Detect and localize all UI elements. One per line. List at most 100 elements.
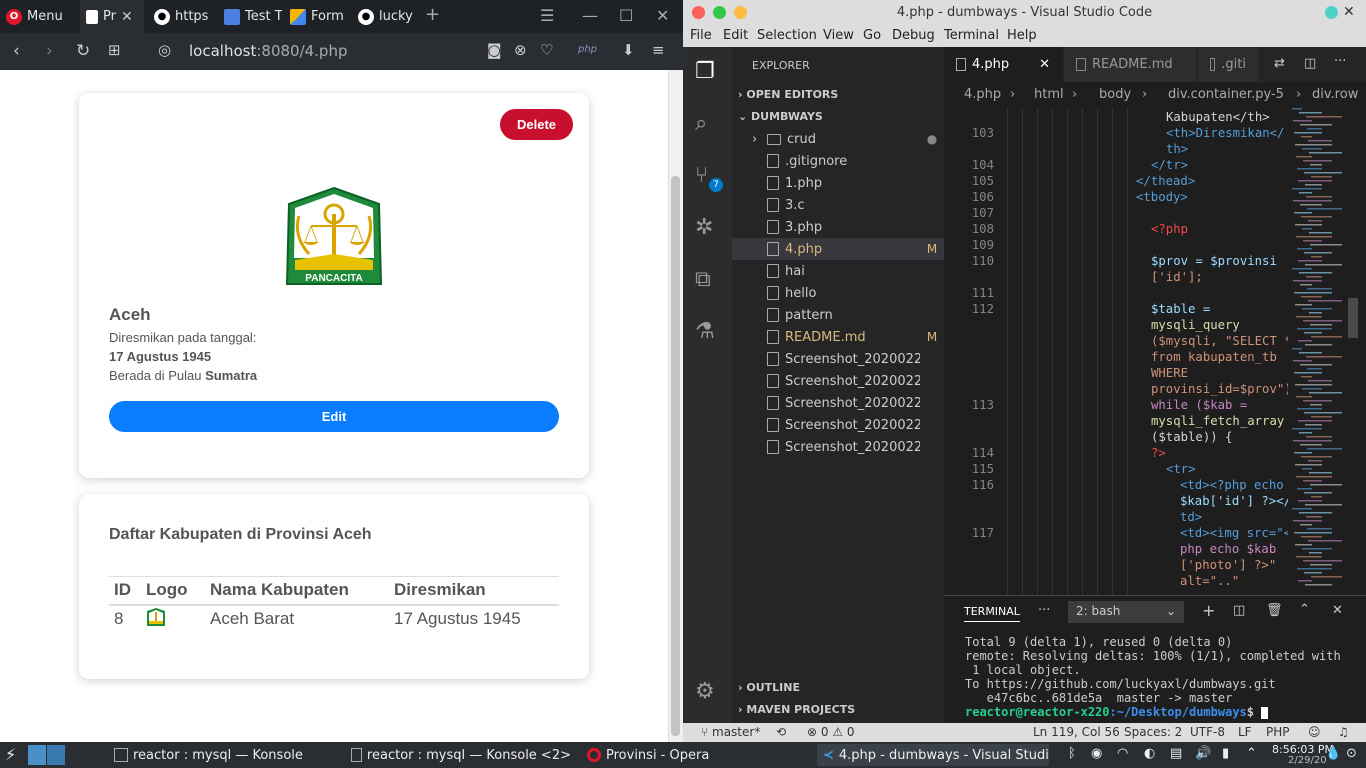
volume-icon[interactable]: 🔊 [1195, 746, 1211, 761]
tab-form[interactable]: Form [284, 0, 350, 33]
file-item[interactable]: README.md M [732, 326, 944, 348]
task-opera[interactable]: Provinsi - Opera [581, 744, 813, 766]
folder-item[interactable]: › crud ● [732, 128, 944, 150]
close-panel-icon[interactable]: ✕ [1332, 603, 1343, 618]
task-konsole-1[interactable]: reactor : mysql — Konsole [108, 744, 336, 766]
notifications-icon[interactable]: ◐ [1144, 746, 1155, 761]
heart-icon[interactable]: ♡ [540, 41, 553, 59]
tab-github[interactable]: ● https [148, 0, 216, 33]
file-item[interactable]: 1.php [732, 172, 944, 194]
project-section[interactable]: ⌄ DUMBWAYS [738, 110, 823, 123]
outline-section[interactable]: › OUTLINE [738, 681, 800, 694]
edit-button[interactable]: Edit [109, 401, 559, 432]
file-item[interactable]: hello [732, 282, 944, 304]
app-launcher-icon[interactable]: ⚡ [5, 745, 16, 764]
keep-above-icon[interactable] [1325, 6, 1338, 19]
desktop-2-icon[interactable] [47, 745, 65, 765]
download-icon[interactable]: ⬇ [622, 41, 635, 59]
more-actions-icon[interactable]: ··· [1334, 54, 1346, 69]
clipboard-icon[interactable]: ▤ [1170, 746, 1182, 761]
task-konsole-2[interactable]: reactor : mysql — Konsole <2> [345, 744, 577, 766]
sync-icon[interactable]: ⟲ [776, 725, 786, 739]
close-window-icon[interactable] [692, 6, 705, 19]
menu-debug[interactable]: Debug [892, 28, 935, 43]
menu-terminal[interactable]: Terminal [944, 28, 999, 43]
maximize-icon[interactable]: ☐ [619, 6, 633, 25]
editor-tab-readme[interactable]: README.md [1064, 47, 1196, 82]
opera-menu-button[interactable]: O Menu [0, 0, 77, 33]
compare-icon[interactable]: ⇄ [1274, 56, 1285, 71]
breadcrumb-item[interactable]: 4.php [964, 87, 1001, 102]
encoding-status[interactable]: UTF-8 [1190, 725, 1225, 739]
close-icon[interactable]: ✕ [1343, 0, 1355, 25]
search-icon[interactable]: ⌕ [695, 111, 707, 136]
extensions-icon[interactable]: ⧉ [695, 267, 711, 292]
settings-icon[interactable]: ≡ [652, 41, 665, 59]
breadcrumb-item[interactable]: div.row [1312, 87, 1358, 102]
tab-test[interactable]: Test T [218, 0, 282, 33]
cursor-position[interactable]: Ln 119, Col 56 [1033, 725, 1120, 739]
tab-provinsi[interactable]: Pr ✕ [80, 0, 144, 33]
block-icon[interactable]: ⊗ [514, 41, 527, 59]
bluetooth-icon[interactable]: ᛒ [1068, 746, 1076, 761]
camera-icon[interactable]: ◙ [487, 41, 502, 59]
eol-status[interactable]: LF [1238, 725, 1252, 739]
indentation-status[interactable]: Spaces: 2 [1124, 725, 1182, 739]
drop-icon[interactable]: 💧 [1325, 746, 1341, 761]
breadcrumb-item[interactable]: div.container.py-5 [1168, 87, 1284, 102]
feedback-icon[interactable]: ☺ [1308, 725, 1321, 739]
close-tab-icon[interactable]: ✕ [121, 9, 133, 25]
back-icon[interactable]: ‹ [13, 41, 20, 61]
wifi-icon[interactable]: ◠ [1117, 746, 1128, 761]
file-item[interactable]: pattern [732, 304, 944, 326]
language-status[interactable]: PHP [1266, 725, 1290, 739]
php-extension-icon[interactable]: php [578, 44, 597, 55]
new-terminal-icon[interactable]: + [1202, 601, 1215, 620]
file-item[interactable]: hai [732, 260, 944, 282]
menu-view[interactable]: View [823, 28, 854, 43]
maven-section[interactable]: › MAVEN PROJECTS [738, 703, 855, 716]
trash-icon[interactable]: 🗑 [1266, 603, 1283, 618]
maximize-window-icon[interactable] [713, 6, 726, 19]
file-item[interactable]: Screenshot_20200229_... [732, 348, 944, 370]
editor-tab-4php[interactable]: 4.php ✕ [944, 47, 1062, 82]
menu-help[interactable]: Help [1007, 28, 1037, 43]
terminal-prompt[interactable]: reactor@reactor-x220:~/Desktop/dumbways$ [965, 705, 1269, 719]
close-window-icon[interactable]: ✕ [656, 6, 669, 25]
file-item[interactable]: 3.php [732, 216, 944, 238]
split-editor-icon[interactable]: ◫ [1304, 56, 1316, 71]
minimize-window-icon[interactable] [734, 6, 747, 19]
problems-status[interactable]: ⊗ 0 ⚠ 0 [807, 725, 855, 739]
file-item[interactable]: .gitignore [732, 150, 944, 172]
clock-date[interactable]: 2/29/20 [1288, 755, 1327, 766]
split-terminal-icon[interactable]: ◫ [1233, 603, 1245, 618]
editor-tab-gitignore[interactable]: .giti [1198, 47, 1258, 82]
source-control-icon[interactable]: ⑂ [695, 163, 708, 188]
test-flask-icon[interactable]: ⚗ [695, 319, 715, 344]
file-item[interactable]: 3.c [732, 194, 944, 216]
close-tab-icon[interactable]: ✕ [1039, 57, 1050, 72]
menu-go[interactable]: Go [863, 28, 881, 43]
more-icon[interactable]: ··· [1038, 603, 1050, 618]
delete-button[interactable]: Delete [500, 109, 573, 140]
battery-icon[interactable]: ▮ [1222, 746, 1229, 761]
breadcrumb-item[interactable]: body [1099, 87, 1131, 102]
vpn-icon[interactable]: ◉ [1091, 746, 1102, 761]
chevron-up-icon[interactable]: ⌃ [1246, 746, 1257, 761]
tab-menu-icon[interactable]: ☰ [540, 6, 554, 25]
speed-dial-icon[interactable]: ⊞ [108, 41, 121, 59]
branch-status[interactable]: ⑂ master* [701, 725, 760, 739]
maximize-panel-icon[interactable]: ⌃ [1299, 602, 1310, 617]
file-item[interactable]: 4.php M [732, 238, 944, 260]
terminal-shell-select[interactable]: 2: bash ⌄ [1068, 601, 1184, 623]
file-item[interactable]: Screenshot_20200229_... [732, 414, 944, 436]
desktop-1-icon[interactable] [28, 745, 46, 765]
new-tab-icon[interactable]: + [425, 4, 440, 25]
menu-file[interactable]: File [690, 28, 712, 43]
file-item[interactable]: Screenshot_20200229_... [732, 370, 944, 392]
gear-icon[interactable]: ⚙ [695, 679, 715, 704]
debug-icon[interactable]: ✲ [695, 215, 713, 240]
minimize-icon[interactable]: — [582, 6, 598, 25]
tab-lucky[interactable]: ● lucky [352, 0, 416, 33]
task-vscode[interactable]: ≺ 4.php - dumbways - Visual Studi... [817, 744, 1049, 766]
